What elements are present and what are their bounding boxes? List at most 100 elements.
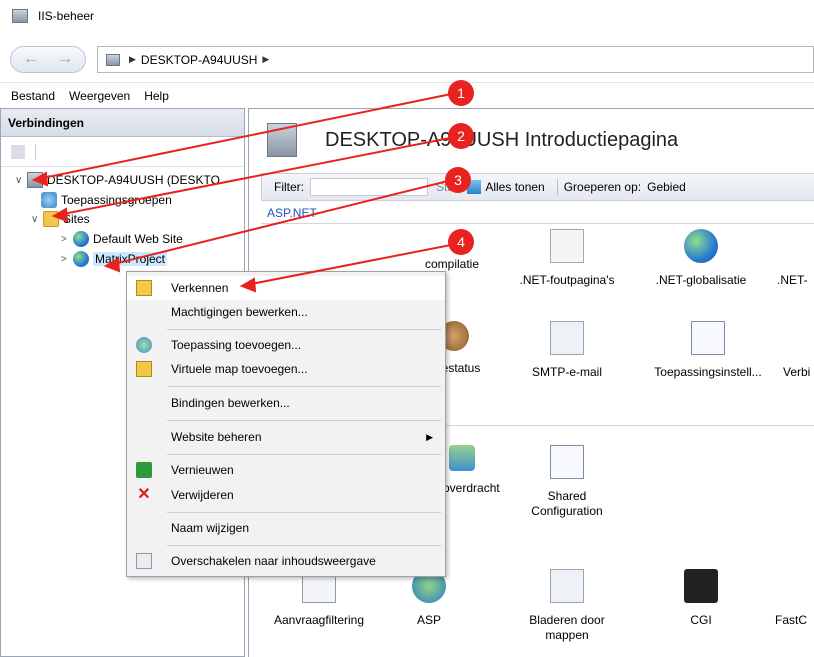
feature-net-error-pages[interactable]: .NET-foutpagina's <box>511 229 623 288</box>
menu-item-edit-bindings[interactable]: Bindingen bewerken... <box>127 391 445 415</box>
expand-toggle-icon[interactable]: ∨ <box>15 175 27 186</box>
tree-label-matrixproject: MatrixProject <box>93 252 168 266</box>
connect-icon[interactable] <box>11 144 25 159</box>
feature-label: compilatie <box>425 257 480 271</box>
feature-app-settings[interactable]: Toepassingsinstell... <box>645 321 771 380</box>
menu-item-refresh[interactable]: Vernieuwen <box>127 458 445 482</box>
feature-shared-configuration[interactable]: Shared Configuration <box>511 445 623 519</box>
feature-cgi[interactable]: CGI <box>645 569 757 628</box>
globe-icon <box>73 231 89 247</box>
tree-label-default-site: Default Web Site <box>93 232 183 246</box>
breadcrumb-server[interactable]: DESKTOP-A94UUSH <box>141 53 257 67</box>
refresh-icon <box>136 462 152 478</box>
iis-app-icon <box>12 9 28 23</box>
feature-label: Bladeren door mappen <box>529 613 605 642</box>
menu-item-rename[interactable]: Naam wijzigen <box>127 516 445 540</box>
feature-label: CGI <box>690 613 712 627</box>
feature-asp[interactable]: ASP <box>399 569 459 628</box>
explore-icon <box>136 280 152 296</box>
menu-separator <box>167 454 441 455</box>
feature-partial-verbi[interactable]: Verbi <box>783 321 814 380</box>
feature-net-globalization[interactable]: .NET-globalisatie <box>645 229 757 288</box>
feature-label: overdracht <box>443 481 500 495</box>
group-by-label: Groeperen op: <box>563 180 642 194</box>
address-bar[interactable]: ▶ DESKTOP-A94UUSH ▶ <box>97 46 814 73</box>
feature-fastcgi[interactable]: FastC <box>775 569 814 628</box>
menu-item-edit-permissions[interactable]: Machtigingen bewerken... <box>127 300 445 324</box>
menu-item-label: Machtigingen bewerken... <box>171 305 308 319</box>
menu-item-manage-website[interactable]: Website beheren ▶ <box>127 425 445 449</box>
feature-session-state[interactable]: iestatus <box>439 321 499 376</box>
tree-item-server[interactable]: ∨ DESKTOP-A94UUSH (DESKTO <box>15 171 220 189</box>
menu-bar: Bestand Weergeven Help <box>0 82 814 108</box>
group-by-select[interactable]: Gebied <box>647 180 686 194</box>
menu-item-add-application[interactable]: Toepassing toevoegen... <box>127 333 445 357</box>
feature-net-partial[interactable]: .NET- <box>777 229 814 288</box>
feature-smtp-email[interactable]: SMTP-e-mail <box>511 321 623 380</box>
back-arrow-icon[interactable]: ← <box>23 50 39 68</box>
page-title: DESKTOP-A94UUSH Introductiepagina <box>325 128 679 151</box>
delegation-icon <box>449 445 475 471</box>
filter-input[interactable] <box>310 178 428 196</box>
menu-bestand[interactable]: Bestand <box>0 89 62 103</box>
server-icon <box>106 53 120 66</box>
start-button[interactable]: Start <box>436 180 461 194</box>
menu-item-label: Naam wijzigen <box>171 521 250 535</box>
menu-item-label: Toepassing toevoegen... <box>171 338 302 352</box>
navigation-buttons: ← → <box>10 46 86 73</box>
submenu-arrow-icon: ▶ <box>426 431 433 442</box>
breadcrumb-separator-icon[interactable]: ▶ <box>262 54 269 65</box>
connections-toolbar <box>1 137 244 167</box>
feature-label: .NET-globalisatie <box>655 273 747 287</box>
collapse-toggle-icon[interactable]: > <box>61 234 73 245</box>
filter-bar: Filter: Start Alles tonen Groeperen op: … <box>261 173 814 201</box>
app-pool-icon <box>41 192 57 208</box>
tree-item-matrixproject[interactable]: > MatrixProject <box>61 250 168 268</box>
add-application-icon <box>136 337 152 353</box>
feature-label: Shared Configuration <box>531 489 603 518</box>
show-all-icon <box>467 180 482 194</box>
menu-item-delete[interactable]: ✕ Verwijderen <box>127 483 445 507</box>
tree-item-default-site[interactable]: > Default Web Site <box>61 230 183 248</box>
show-all-button[interactable]: Alles tonen <box>485 180 544 194</box>
collapse-toggle-icon[interactable]: > <box>61 254 73 265</box>
menu-separator <box>167 512 441 513</box>
shared-config-icon <box>550 445 584 479</box>
app-settings-icon <box>691 321 725 355</box>
feature-compilation[interactable]: compilatie <box>425 257 489 272</box>
context-menu: Verkennen Machtigingen bewerken... Toepa… <box>126 271 446 577</box>
feature-label: FastC <box>775 613 808 627</box>
address-row: ← → ▶ DESKTOP-A94UUSH ▶ <box>0 32 814 82</box>
feature-label: ASP <box>416 613 441 627</box>
menu-help[interactable]: Help <box>137 89 176 103</box>
title-bar: IIS-beheer <box>0 0 814 32</box>
toolbar-divider <box>35 143 36 160</box>
tree-label-sites: Sites <box>63 212 90 226</box>
expand-toggle-icon[interactable]: ∨ <box>31 214 43 225</box>
menu-separator <box>167 386 441 387</box>
feature-label: SMTP-e-mail <box>531 365 602 379</box>
error-page-icon <box>550 229 584 263</box>
globe-icon <box>684 229 718 263</box>
tree-item-app-pools[interactable]: Toepassingsgroepen <box>41 191 172 209</box>
menu-item-switch-content-view[interactable]: Overschakelen naar inhoudsweergave <box>127 549 445 573</box>
menu-item-add-virtual-dir[interactable]: Virtuele map toevoegen... <box>127 357 445 381</box>
breadcrumb-separator-icon: ▶ <box>129 54 136 64</box>
menu-item-label: Overschakelen naar inhoudsweergave <box>171 554 376 568</box>
menu-weergeven[interactable]: Weergeven <box>62 89 137 103</box>
menu-item-explore[interactable]: Verkennen <box>127 276 445 300</box>
cgi-icon <box>684 569 718 603</box>
tree-item-sites[interactable]: ∨ Sites <box>31 210 90 228</box>
forward-arrow-icon[interactable]: → <box>57 50 73 68</box>
group-aspnet-heading: ASP.NET <box>267 206 317 220</box>
page-header: DESKTOP-A94UUSH Introductiepagina <box>249 109 814 171</box>
sites-folder-icon <box>43 211 59 227</box>
directory-browsing-icon <box>550 569 584 603</box>
feature-delegation[interactable]: overdracht <box>443 445 519 496</box>
feature-request-filtering[interactable]: Aanvraagfiltering <box>263 569 375 628</box>
feature-directory-browsing[interactable]: Bladeren door mappen <box>511 569 623 643</box>
menu-item-label: Verkennen <box>171 281 229 295</box>
menu-separator <box>167 420 441 421</box>
server-icon <box>27 172 43 188</box>
menu-item-label: Vernieuwen <box>171 463 234 477</box>
